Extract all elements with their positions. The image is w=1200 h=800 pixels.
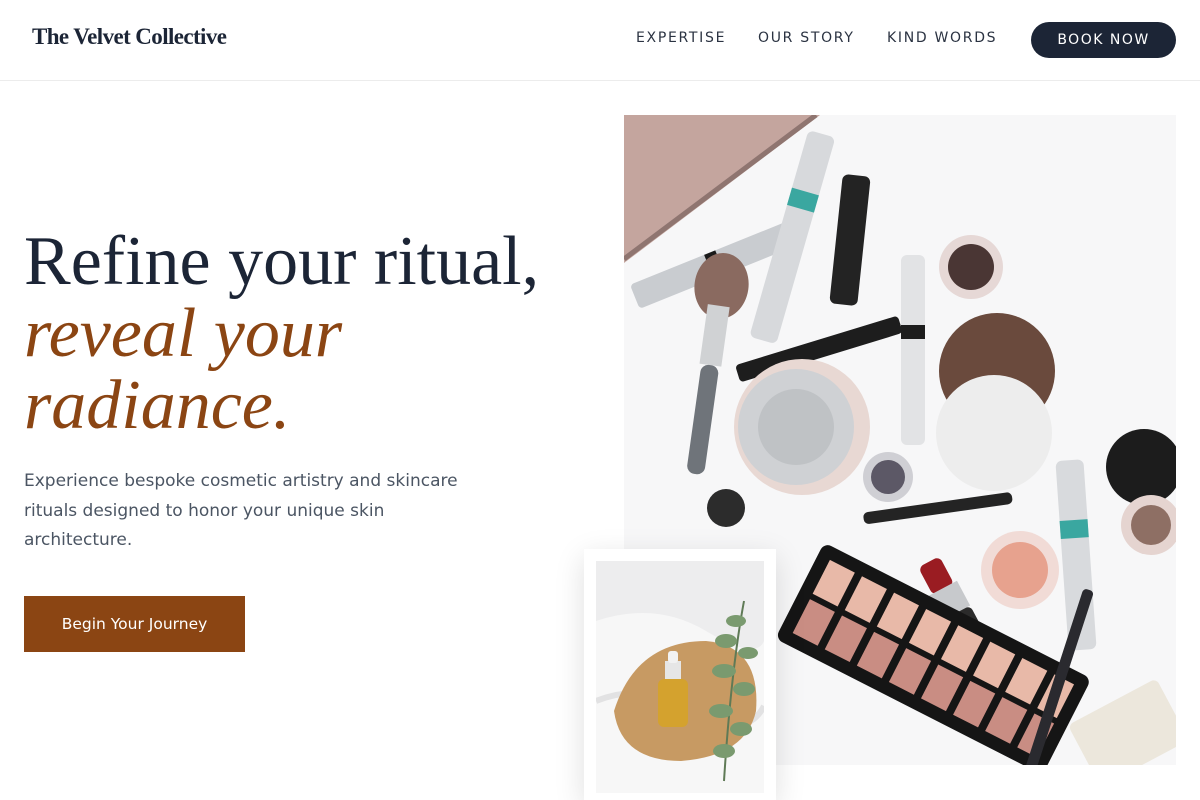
- headline-accent-line-1: reveal your: [24, 295, 343, 372]
- site-header: The Velvet Collective EXPERTISE OUR STOR…: [0, 0, 1200, 81]
- brand-logo[interactable]: The Velvet Collective: [32, 24, 227, 50]
- hero-subtext: Experience bespoke cosmetic artistry and…: [24, 471, 458, 550]
- serum-bottle-image: [596, 561, 764, 793]
- headline-line-1: Refine your ritual,: [24, 223, 540, 300]
- headline-accent-line-2: radiance.: [24, 367, 291, 444]
- hero-headline: Refine your ritual, reveal your radiance…: [24, 226, 584, 442]
- book-now-button[interactable]: BOOK NOW: [1031, 22, 1176, 58]
- nav-link-expertise[interactable]: EXPERTISE: [636, 30, 726, 46]
- begin-journey-button[interactable]: Begin Your Journey: [24, 596, 245, 652]
- nav-link-our-story[interactable]: OUR STORY: [758, 30, 855, 46]
- secondary-image-card: [584, 549, 776, 800]
- nav-link-kind-words[interactable]: KIND WORDS: [887, 30, 997, 46]
